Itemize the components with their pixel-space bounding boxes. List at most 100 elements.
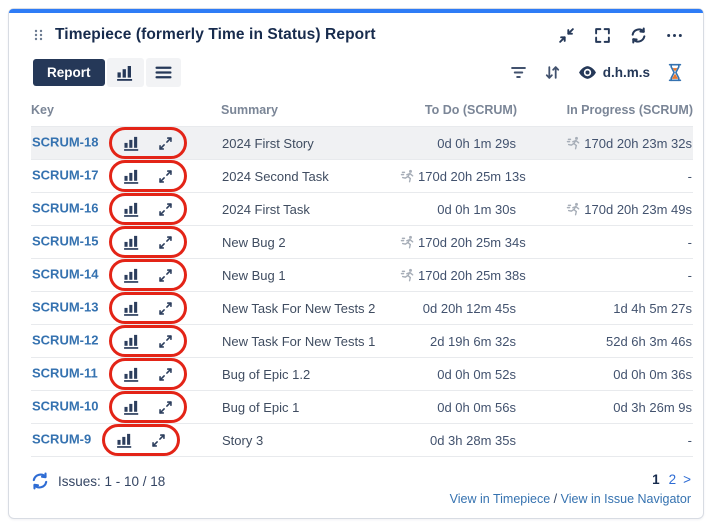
todo-cell: 0d 3h 28m 35s xyxy=(399,424,517,457)
table-row: SCRUM-11 Bug of Epic 1.2 0d 0h 0m 52s 0d… xyxy=(31,358,693,391)
page-next-link[interactable]: > xyxy=(683,472,691,487)
summary-cell: Story 3 xyxy=(221,424,399,457)
expand-icon[interactable] xyxy=(158,367,173,382)
expand-icon[interactable] xyxy=(158,202,173,217)
link-separator: / xyxy=(554,492,557,506)
in-progress-cell: - xyxy=(517,259,693,292)
table-row: SCRUM-16 2024 First Task 0d 0h 1m 30s 17… xyxy=(31,193,693,226)
fullscreen-icon[interactable] xyxy=(594,27,611,44)
row-actions xyxy=(103,426,179,454)
summary-cell: New Bug 1 xyxy=(221,259,399,292)
expand-icon[interactable] xyxy=(158,334,173,349)
toolbar: Report xyxy=(9,50,703,97)
bar-chart-icon[interactable] xyxy=(123,234,141,250)
bar-chart-icon[interactable] xyxy=(123,168,141,184)
more-ellipsis-icon[interactable] xyxy=(666,27,683,44)
row-actions xyxy=(110,360,186,388)
col-todo[interactable]: To Do (SCRUM) xyxy=(399,97,517,127)
expand-icon[interactable] xyxy=(158,136,173,151)
timepiece-gadget: Timepiece (formerly Time in Status) Repo… xyxy=(8,8,704,519)
chart-view-button[interactable] xyxy=(107,58,144,87)
view-in-issue-navigator-link[interactable]: View in Issue Navigator xyxy=(561,492,691,506)
annotation-red-oval xyxy=(110,162,186,190)
bar-chart-icon[interactable] xyxy=(123,201,141,217)
in-progress-cell: - xyxy=(517,226,693,259)
issues-count-label: Issues: 1 - 10 / 18 xyxy=(58,474,165,489)
issue-key-link[interactable]: SCRUM-11 xyxy=(32,365,98,380)
todo-cell: 0d 0h 0m 52s xyxy=(399,358,517,391)
gadget-footer: Issues: 1 - 10 / 18 12> View in Timepiec… xyxy=(9,460,703,518)
expand-icon[interactable] xyxy=(158,301,173,316)
annotation-red-oval xyxy=(110,195,186,223)
bar-chart-icon[interactable] xyxy=(123,135,141,151)
row-actions xyxy=(110,129,186,157)
bar-chart-icon[interactable] xyxy=(123,333,141,349)
row-actions xyxy=(110,228,186,256)
in-progress-cell: 1d 4h 5m 27s xyxy=(517,292,693,325)
col-in-progress[interactable]: In Progress (SCRUM) xyxy=(517,97,693,127)
filter-icon[interactable] xyxy=(510,64,527,81)
annotation-red-oval xyxy=(110,129,186,157)
report-tab-button[interactable]: Report xyxy=(33,59,105,86)
todo-cell: 170d 20h 25m 34s xyxy=(399,226,517,259)
issue-key-link[interactable]: SCRUM-12 xyxy=(32,332,98,347)
in-progress-cell: 0d 0h 0m 36s xyxy=(517,358,693,391)
issue-key-link[interactable]: SCRUM-17 xyxy=(32,167,98,182)
issue-key-link[interactable]: SCRUM-13 xyxy=(32,299,98,314)
expand-icon[interactable] xyxy=(151,433,166,448)
expand-icon[interactable] xyxy=(158,400,173,415)
todo-cell: 0d 0h 1m 30s xyxy=(399,193,517,226)
duration-format-label: d.h.m.s xyxy=(603,65,650,80)
drag-handle-icon[interactable] xyxy=(33,27,44,43)
expand-icon[interactable] xyxy=(158,268,173,283)
bar-chart-icon[interactable] xyxy=(123,300,141,316)
table-row: SCRUM-10 Bug of Epic 1 0d 0h 0m 56s 0d 3… xyxy=(31,391,693,424)
view-in-timepiece-link[interactable]: View in Timepiece xyxy=(450,492,551,506)
expand-icon[interactable] xyxy=(158,235,173,250)
summary-cell: 2024 First Story xyxy=(221,127,399,160)
refresh-issues-icon[interactable] xyxy=(31,472,49,490)
table-row: SCRUM-17 2024 Second Task 170d 20h 25m 1… xyxy=(31,160,693,193)
list-view-button[interactable] xyxy=(146,58,181,87)
summary-cell: 2024 Second Task xyxy=(221,160,399,193)
gadget-header: Timepiece (formerly Time in Status) Repo… xyxy=(9,13,703,50)
bar-chart-icon[interactable] xyxy=(116,432,134,448)
table-row: SCRUM-14 New Bug 1 170d 20h 25m 38s - xyxy=(31,259,693,292)
todo-cell: 0d 20h 12m 45s xyxy=(399,292,517,325)
row-actions xyxy=(110,294,186,322)
collapse-icon[interactable] xyxy=(558,27,575,44)
annotation-red-oval xyxy=(110,261,186,289)
duration-format-toggle[interactable]: d.h.m.s xyxy=(578,63,650,82)
annotation-red-oval xyxy=(110,228,186,256)
row-actions xyxy=(110,393,186,421)
issue-key-link[interactable]: SCRUM-15 xyxy=(32,233,98,248)
annotation-red-oval xyxy=(103,426,179,454)
summary-cell: New Task For New Tests 1 xyxy=(221,325,399,358)
summary-cell: Bug of Epic 1.2 xyxy=(221,358,399,391)
annotation-red-oval xyxy=(110,360,186,388)
expand-icon[interactable] xyxy=(158,169,173,184)
issues-table: Key Summary To Do (SCRUM) In Progress (S… xyxy=(9,97,703,457)
in-progress-cell: 52d 6h 3m 46s xyxy=(517,325,693,358)
issue-key-link[interactable]: SCRUM-16 xyxy=(32,200,98,215)
row-actions xyxy=(110,162,186,190)
page-2-link[interactable]: 2 xyxy=(669,472,677,487)
issue-key-link[interactable]: SCRUM-10 xyxy=(32,398,98,413)
todo-cell: 170d 20h 25m 38s xyxy=(399,259,517,292)
issue-key-link[interactable]: SCRUM-9 xyxy=(32,431,91,446)
pagination: 12> xyxy=(450,472,691,487)
sort-icon[interactable] xyxy=(544,64,561,81)
todo-cell: 2d 19h 6m 32s xyxy=(399,325,517,358)
table-header-row: Key Summary To Do (SCRUM) In Progress (S… xyxy=(31,97,693,127)
issue-key-link[interactable]: SCRUM-18 xyxy=(32,134,98,149)
row-actions xyxy=(110,327,186,355)
issue-key-link[interactable]: SCRUM-14 xyxy=(32,266,98,281)
refresh-icon[interactable] xyxy=(630,27,647,44)
hourglass-icon[interactable] xyxy=(667,63,683,82)
in-progress-cell: - xyxy=(517,160,693,193)
col-summary[interactable]: Summary xyxy=(221,97,399,127)
bar-chart-icon[interactable] xyxy=(123,366,141,382)
col-key[interactable]: Key xyxy=(31,97,221,127)
bar-chart-icon[interactable] xyxy=(123,267,141,283)
bar-chart-icon[interactable] xyxy=(123,399,141,415)
